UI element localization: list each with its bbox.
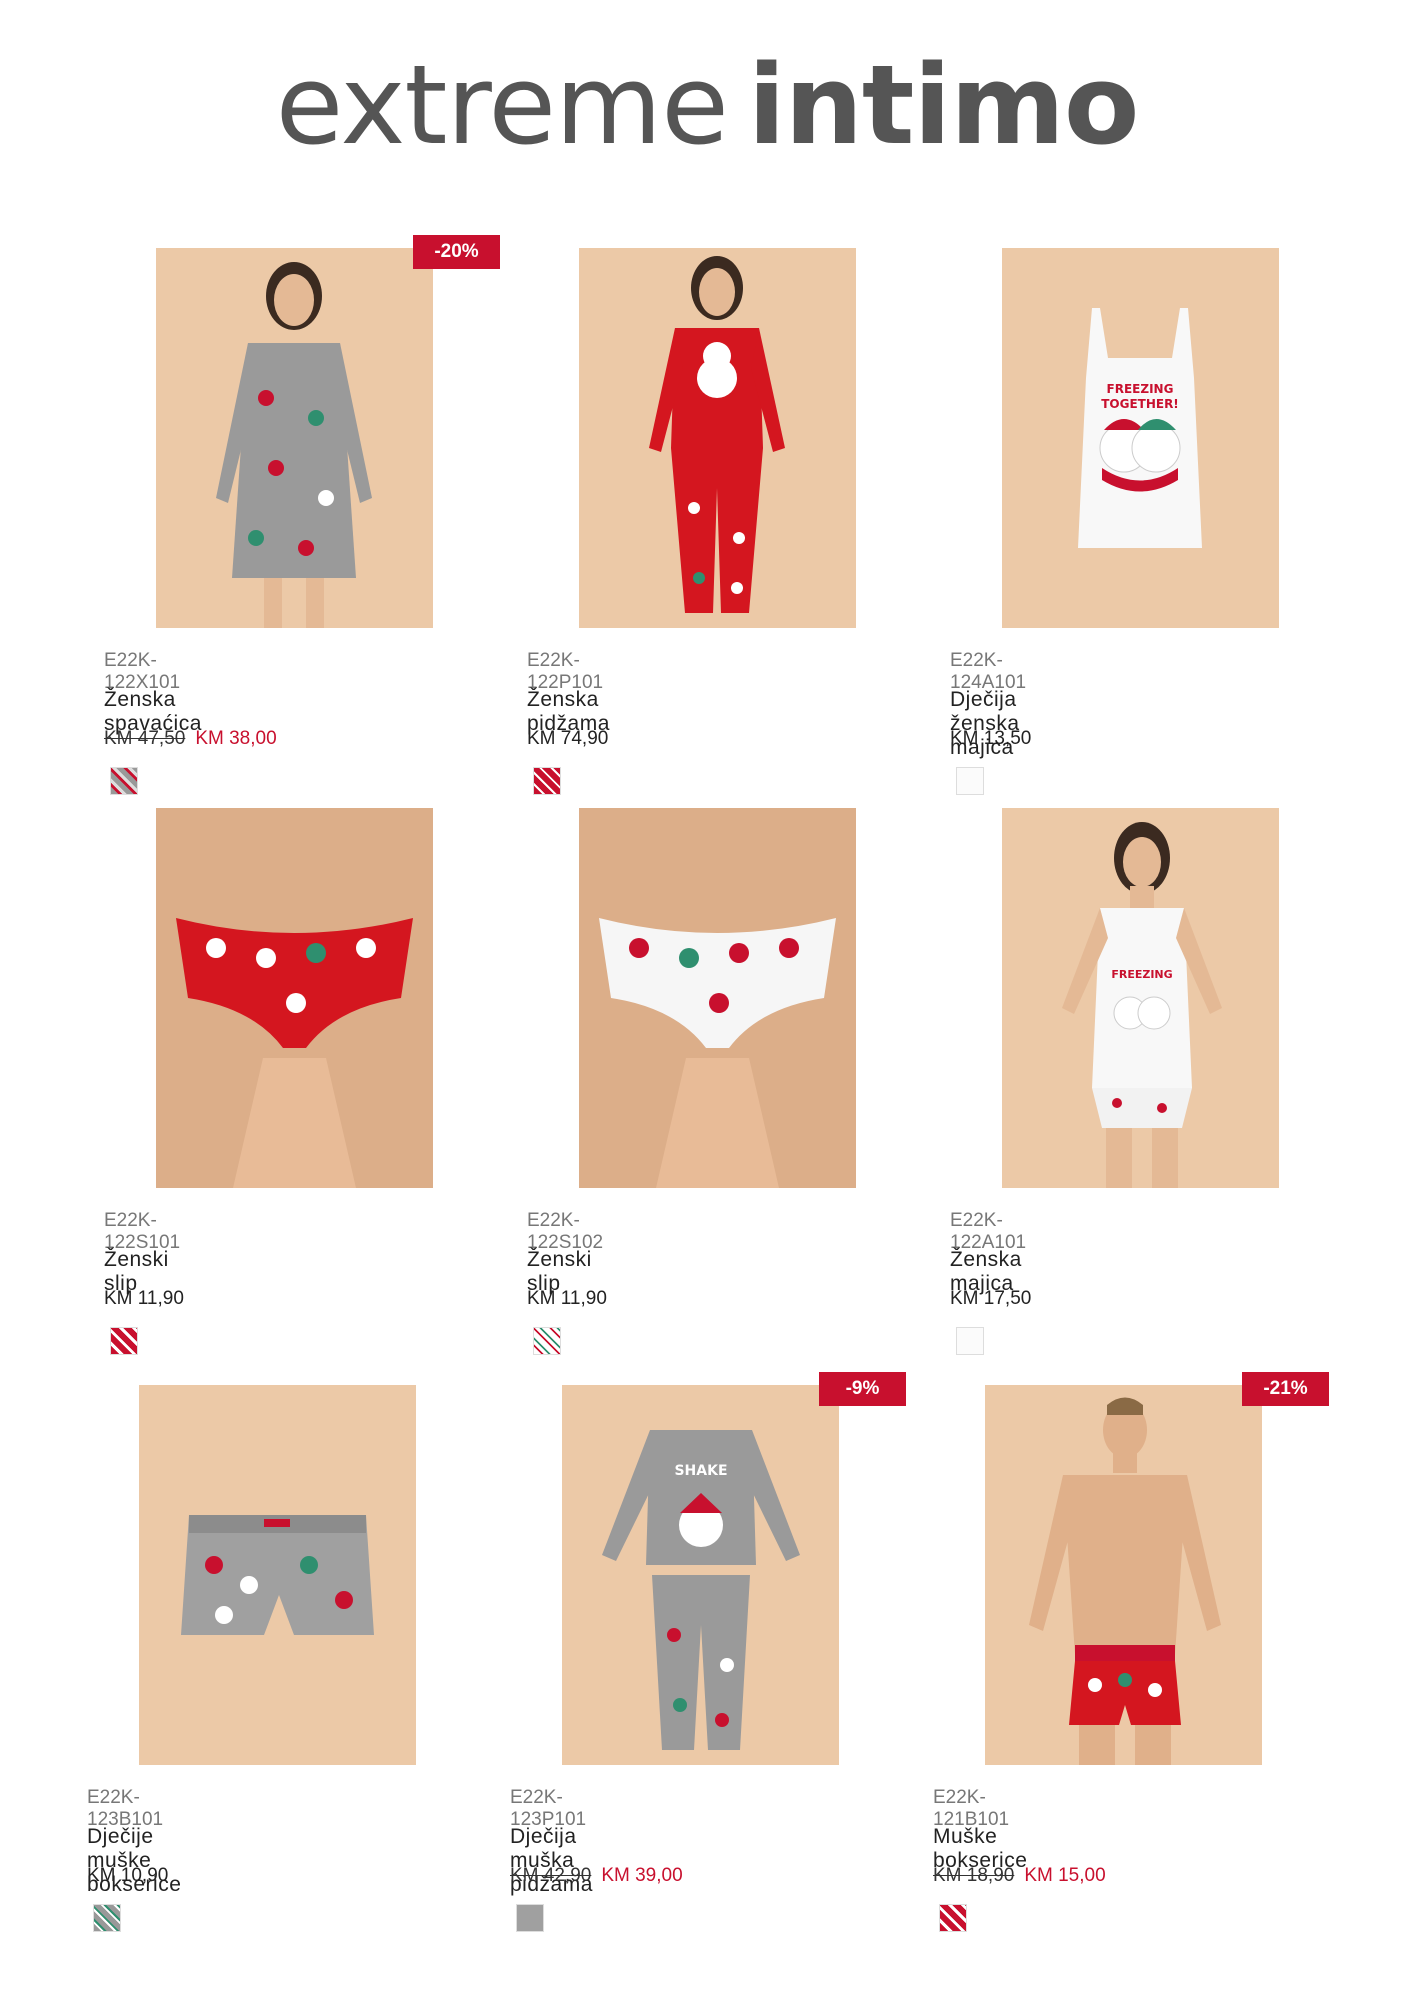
color-swatch[interactable] (533, 767, 561, 795)
product-price: KM 42,90 KM 39,00 (510, 1865, 683, 1887)
product-price: KM 13,50 (950, 728, 1031, 750)
product-image-red-brief[interactable] (156, 808, 433, 1188)
regular-price: KM 17,50 (950, 1288, 1032, 1309)
product-image-kids-boxers[interactable] (139, 1385, 416, 1765)
old-price: KM 47,50 (104, 728, 186, 749)
discount-badge: -9% (819, 1372, 906, 1406)
product-price: KM 11,90 (104, 1288, 184, 1310)
regular-price: KM 74,90 (527, 728, 609, 749)
product-image-tank-set[interactable]: FREEZING (1002, 808, 1279, 1188)
brand-logo-light: extreme (275, 41, 729, 169)
sale-price: KM 39,00 (601, 1865, 683, 1886)
svg-text:SHAKE: SHAKE (674, 1463, 727, 1479)
product-image-kids-pajamas[interactable]: SHAKE (562, 1385, 839, 1765)
svg-text:FREEZING: FREEZING (1107, 382, 1174, 396)
product-image-nightgown[interactable] (156, 248, 433, 628)
product-price: KM 47,50 KM 38,00 (104, 728, 277, 750)
regular-price: KM 10,90 (87, 1865, 169, 1886)
color-swatch[interactable] (533, 1327, 561, 1355)
discount-badge: -20% (413, 235, 500, 269)
product-price: KM 18,90 KM 15,00 (933, 1865, 1106, 1887)
regular-price: KM 11,90 (527, 1288, 607, 1309)
old-price: KM 18,90 (933, 1865, 1015, 1886)
color-swatch[interactable] (516, 1904, 544, 1932)
svg-text:TOGETHER!: TOGETHER! (1101, 397, 1179, 411)
brand-logo[interactable]: extreme intimo (0, 50, 1414, 160)
product-price: KM 17,50 (950, 1288, 1031, 1310)
color-swatch[interactable] (939, 1904, 967, 1932)
product-image-white-brief[interactable] (579, 808, 856, 1188)
brand-logo-bold: intimo (747, 41, 1139, 169)
color-swatch[interactable] (93, 1904, 121, 1932)
sale-price: KM 38,00 (195, 728, 277, 749)
color-swatch[interactable] (110, 767, 138, 795)
color-swatch[interactable] (110, 1327, 138, 1355)
product-price: KM 11,90 (527, 1288, 607, 1310)
regular-price: KM 13,50 (950, 728, 1032, 749)
product-price: KM 10,90 (87, 1865, 168, 1887)
product-image-mens-boxers[interactable] (985, 1385, 1262, 1765)
svg-text:FREEZING: FREEZING (1111, 968, 1172, 981)
product-image-kids-tank[interactable]: FREEZING TOGETHER! (1002, 248, 1279, 628)
discount-badge: -21% (1242, 1372, 1329, 1406)
old-price: KM 42,90 (510, 1865, 592, 1886)
regular-price: KM 11,90 (104, 1288, 184, 1309)
sale-price: KM 15,00 (1024, 1865, 1106, 1886)
color-swatch[interactable] (956, 1327, 984, 1355)
product-price: KM 74,90 (527, 728, 608, 750)
product-image-pajamas[interactable] (579, 248, 856, 628)
color-swatch[interactable] (956, 767, 984, 795)
